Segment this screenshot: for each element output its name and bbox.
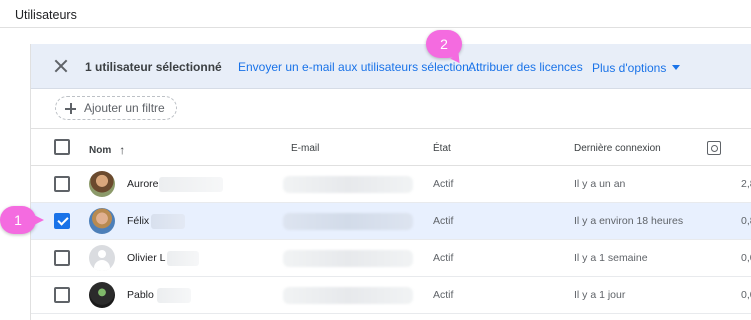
row-checkbox[interactable] xyxy=(54,287,70,303)
selection-bar: 1 utilisateur sélectionné Envoyer un e-m… xyxy=(31,44,751,89)
user-storage: 2,88 xyxy=(741,178,751,190)
assign-licenses-button[interactable]: Attribuer des licences xyxy=(468,60,583,74)
selection-count: 1 utilisateur sélectionné xyxy=(85,60,222,74)
plus-icon xyxy=(65,103,76,114)
user-last-login: Il y a 1 jour xyxy=(574,289,626,301)
redacted-email xyxy=(283,250,413,267)
user-state: Actif xyxy=(433,252,454,264)
step-marker-1: 1 xyxy=(0,206,44,234)
user-last-login: Il y a 1 semaine xyxy=(574,252,648,264)
avatar xyxy=(89,282,115,308)
close-icon[interactable] xyxy=(53,58,69,74)
row-checkbox[interactable] xyxy=(54,176,70,192)
column-name-label: Nom xyxy=(89,145,112,156)
more-options-label: Plus d'options xyxy=(592,61,667,75)
user-state: Actif xyxy=(433,178,454,190)
avatar xyxy=(89,171,115,197)
column-email-header[interactable]: E-mail xyxy=(291,143,319,154)
column-last-login-header[interactable]: Dernière connexion xyxy=(574,143,661,154)
add-filter-label: Ajouter un filtre xyxy=(84,101,165,115)
table-row[interactable]: Aurore Actif Il y a un an 2,88 xyxy=(31,166,751,203)
step-marker-2: 2 xyxy=(426,30,462,58)
user-last-login: Il y a environ 18 heures xyxy=(574,215,684,227)
user-name[interactable]: Aurore xyxy=(127,178,159,190)
select-all-checkbox[interactable] xyxy=(54,139,70,155)
redacted-surname xyxy=(167,251,199,266)
redacted-email xyxy=(283,287,413,304)
redacted-surname xyxy=(157,288,191,303)
add-filter-button[interactable]: Ajouter un filtre xyxy=(55,96,177,120)
column-name-header[interactable]: Nom ↑ xyxy=(89,143,125,157)
user-state: Actif xyxy=(433,215,454,227)
column-settings-icon[interactable] xyxy=(707,141,721,155)
send-email-button[interactable]: Envoyer un e-mail aux utilisateurs sélec… xyxy=(238,60,481,74)
caret-down-icon xyxy=(672,65,681,70)
user-storage: 0,04 xyxy=(741,289,751,301)
table-header: Nom ↑ E-mail État Dernière connexion xyxy=(31,130,751,166)
page-header: Utilisateurs xyxy=(0,0,751,28)
user-last-login: Il y a un an xyxy=(574,178,626,190)
filter-bar: Ajouter un filtre xyxy=(31,89,751,129)
user-name[interactable]: Pablo xyxy=(127,289,154,301)
page-title: Utilisateurs xyxy=(15,8,77,22)
avatar xyxy=(89,245,115,271)
table-row[interactable]: Pablo Actif Il y a 1 jour 0,04 xyxy=(31,277,751,314)
user-name[interactable]: Olivier L xyxy=(127,252,166,264)
user-storage: 0,87 xyxy=(741,215,751,227)
user-name[interactable]: Félix xyxy=(127,215,149,227)
users-panel: 1 utilisateur sélectionné Envoyer un e-m… xyxy=(30,44,751,320)
more-options-button[interactable]: Plus d'options xyxy=(592,61,681,75)
redacted-email xyxy=(283,213,413,230)
table-row[interactable]: Olivier L Actif Il y a 1 semaine 0,09 xyxy=(31,240,751,277)
row-checkbox[interactable] xyxy=(54,250,70,266)
redacted-surname xyxy=(159,177,223,192)
redacted-surname xyxy=(151,214,185,229)
row-checkbox[interactable] xyxy=(54,213,70,229)
sort-arrow-up-icon: ↑ xyxy=(119,143,126,157)
user-state: Actif xyxy=(433,289,454,301)
column-state-header[interactable]: État xyxy=(433,143,451,154)
redacted-email xyxy=(283,176,413,193)
avatar xyxy=(89,208,115,234)
table-row[interactable]: Félix Actif Il y a environ 18 heures 0,8… xyxy=(31,203,751,240)
user-storage: 0,09 xyxy=(741,252,751,264)
